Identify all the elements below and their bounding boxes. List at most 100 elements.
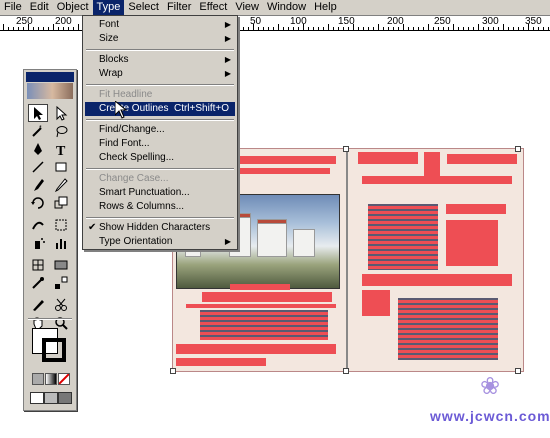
type-menu-dropdown: Font ▶ Size ▶ Blocks ▶ Wrap ▶ Fit Headline C… — [82, 15, 238, 250]
menu-window[interactable]: Window — [263, 0, 310, 15]
selection-handle[interactable] — [343, 146, 349, 152]
line-tool[interactable] — [28, 158, 48, 176]
ruler-label: 300 — [482, 16, 499, 27]
ruler-tick — [278, 24, 279, 30]
ruler-tick — [68, 27, 69, 30]
menu-item-find-change[interactable]: Find/Change... — [85, 123, 235, 137]
menu-edit[interactable]: Edit — [26, 0, 53, 15]
ruler-tick — [258, 27, 259, 30]
ruler-tick — [503, 24, 504, 30]
menu-item-type-orientation[interactable]: Type Orientation ▶ — [85, 235, 235, 249]
scale-tool[interactable] — [51, 194, 71, 212]
selection-handle[interactable] — [170, 368, 176, 374]
gradient-mode-button[interactable] — [45, 373, 57, 385]
menu-item-blocks[interactable]: Blocks ▶ — [85, 53, 235, 67]
lasso-tool[interactable] — [51, 122, 71, 140]
mouse-cursor-icon — [115, 101, 127, 119]
menu-view[interactable]: View — [231, 0, 263, 15]
ruler-tick — [48, 27, 49, 30]
full-screen-menu-mode-button[interactable] — [44, 392, 58, 404]
selection-icon — [34, 107, 43, 120]
type-tool[interactable]: T — [51, 140, 71, 158]
magic-wand-tool[interactable]: * — [28, 122, 48, 140]
ruler-tick — [28, 24, 29, 30]
scissors-tool[interactable] — [51, 296, 71, 314]
outlined-text — [358, 152, 418, 164]
paintbrush-tool[interactable] — [28, 176, 48, 194]
slice-tool[interactable] — [28, 296, 48, 314]
menu-item-label: Fit Headline — [99, 89, 153, 100]
menu-item-show-hidden-characters[interactable]: ✔ Show Hidden Characters — [85, 221, 235, 235]
stroke-swatch[interactable] — [42, 338, 66, 362]
outlined-text — [447, 154, 517, 164]
graph-tool[interactable] — [51, 234, 71, 252]
ruler-tick — [398, 27, 399, 30]
standard-screen-mode-button[interactable] — [30, 392, 44, 404]
free-transform-tool[interactable] — [51, 216, 71, 234]
ruler-tick — [33, 27, 34, 30]
menu-item-wrap[interactable]: Wrap ▶ — [85, 67, 235, 81]
warp-tool[interactable] — [28, 216, 48, 234]
menu-object[interactable]: Object — [53, 0, 93, 15]
menu-item-smart-punctuation[interactable]: Smart Punctuation... — [85, 186, 235, 200]
mesh-tool[interactable] — [28, 256, 48, 274]
menu-item-check-spelling[interactable]: Check Spelling... — [85, 151, 235, 165]
photo-roof — [257, 219, 287, 224]
gradient-tool[interactable] — [51, 256, 71, 274]
free-transform-icon — [55, 219, 67, 231]
ruler-tick — [328, 24, 329, 30]
menu-item-label: Change Case... — [99, 173, 169, 184]
direct-selection-tool[interactable] — [51, 104, 71, 122]
ruler-label: 50 — [250, 16, 262, 27]
blend-tool[interactable] — [51, 274, 71, 292]
outlined-text-block — [368, 204, 438, 270]
direct-selection-icon — [56, 105, 68, 121]
symbol-sprayer-tool[interactable] — [28, 234, 48, 252]
none-mode-button[interactable] — [58, 373, 70, 385]
selection-tool[interactable] — [28, 104, 48, 122]
menu-item-rows-columns[interactable]: Rows & Columns... — [85, 200, 235, 214]
menu-item-change-case: Change Case... — [85, 172, 235, 186]
menu-item-size[interactable]: Size ▶ — [85, 32, 235, 46]
eyedropper-tool[interactable] — [28, 274, 48, 292]
selection-handle[interactable] — [343, 368, 349, 374]
ruler-tick — [313, 27, 314, 30]
menu-bar: File Edit Object Type Select Filter Effe… — [0, 0, 550, 16]
selection-handle[interactable] — [515, 146, 521, 152]
ruler-tick — [343, 27, 344, 30]
none-slash-icon — [58, 373, 70, 385]
pencil-tool[interactable] — [51, 176, 71, 194]
menu-effect[interactable]: Effect — [195, 0, 231, 15]
rotate-tool[interactable] — [28, 194, 48, 212]
ruler-tick — [543, 27, 544, 30]
ruler-tick — [518, 27, 519, 30]
outlined-text-block — [200, 310, 328, 340]
menu-file[interactable]: File — [0, 0, 26, 15]
menu-select[interactable]: Select — [124, 0, 163, 15]
menu-item-create-outlines[interactable]: Create Outlines Ctrl+Shift+O — [85, 102, 235, 116]
menu-help[interactable]: Help — [310, 0, 341, 15]
menu-type[interactable]: Type — [92, 0, 125, 15]
ruler-tick — [373, 27, 374, 30]
ruler-tick — [528, 24, 529, 30]
submenu-arrow-icon: ▶ — [224, 237, 231, 246]
full-screen-mode-button[interactable] — [58, 392, 72, 404]
toolbox-titlebar[interactable] — [26, 72, 74, 82]
eyedropper-icon — [32, 277, 44, 289]
menu-item-font[interactable]: Font ▶ — [85, 18, 235, 32]
fill-stroke-swatch[interactable] — [32, 328, 68, 364]
lasso-icon — [56, 126, 68, 138]
toolbox-panel[interactable]: * T — [23, 69, 77, 411]
outlined-text — [202, 292, 332, 302]
pen-tool[interactable] — [28, 140, 48, 158]
menu-filter[interactable]: Filter — [163, 0, 195, 15]
rectangle-tool[interactable] — [51, 158, 71, 176]
ruler-tick — [348, 27, 349, 30]
ruler-tick — [8, 27, 9, 30]
menu-item-find-font[interactable]: Find Font... — [85, 137, 235, 151]
selection-handle[interactable] — [515, 368, 521, 374]
color-mode-button[interactable] — [32, 373, 44, 385]
outlined-text — [176, 344, 336, 354]
venus-logo[interactable] — [27, 83, 73, 99]
ruler-label: 200 — [387, 16, 404, 27]
